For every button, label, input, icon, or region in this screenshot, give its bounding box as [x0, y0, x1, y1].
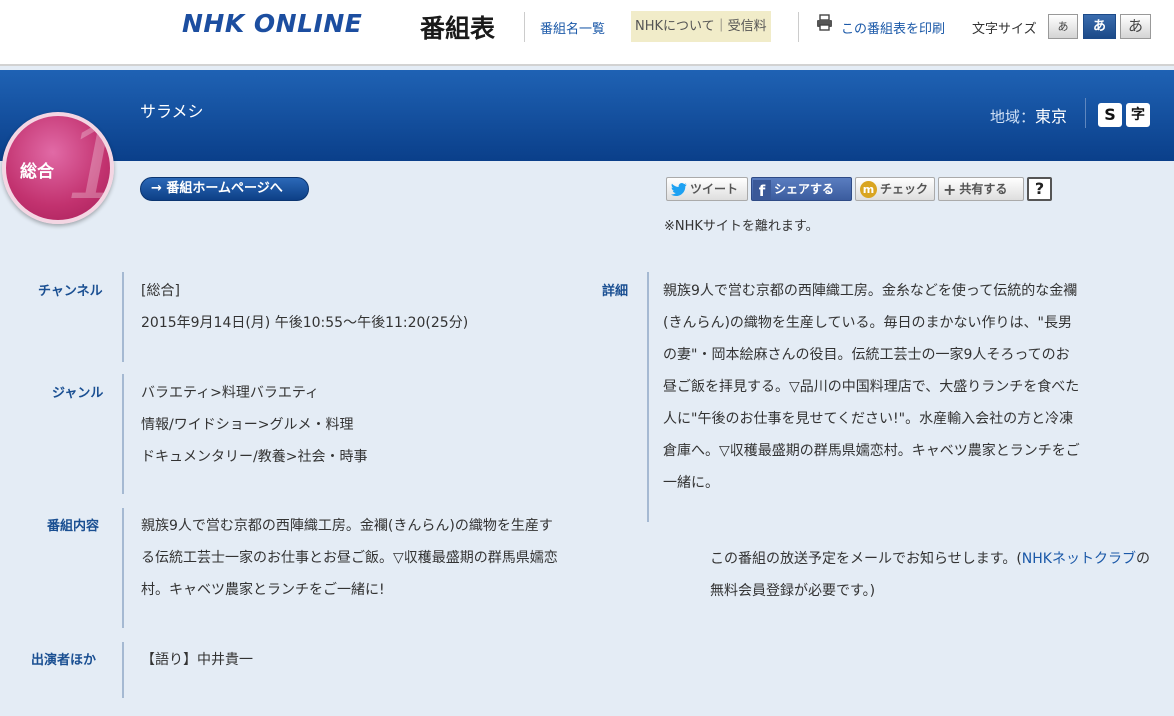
- subtitle-badge: 字: [1126, 103, 1150, 127]
- plus-icon: +: [943, 179, 957, 199]
- tweet-label: ツイート: [690, 182, 739, 196]
- program-list-link[interactable]: 番組名一覧: [540, 18, 605, 37]
- program-homepage-button[interactable]: → 番組ホームページへ: [140, 177, 309, 201]
- font-size-medium-button[interactable]: あ: [1083, 14, 1116, 39]
- genre-item: バラエティ>料理バラエティ: [141, 385, 320, 401]
- region-label: 地域：: [990, 108, 1036, 126]
- program-guide-logo[interactable]: 番組表: [420, 9, 495, 45]
- facebook-icon: f: [753, 179, 771, 200]
- font-size-label: 文字サイズ: [972, 22, 1037, 37]
- column-divider: [122, 374, 124, 494]
- region-selector[interactable]: 地域：東京: [990, 103, 1067, 127]
- stereo-badge: S: [1098, 103, 1122, 127]
- printer-icon[interactable]: [816, 14, 833, 31]
- detail-line: 人に"午後のお仕事を見せてください!"。水産輸入会社の方と冷凍: [663, 411, 1074, 427]
- about-nhk-link[interactable]: NHKについて｜受信料: [631, 11, 771, 42]
- cast-label: 出演者ほか: [31, 653, 97, 668]
- mail-notice-text: 無料会員登録が必要です。): [710, 583, 876, 599]
- detail-line: 昼ご飯を拝見する。▽品川の中国料理店で、大盛りランチを食べた: [663, 379, 1080, 395]
- mail-notice-line: この番組の放送予定をメールでお知らせします。(NHKネットクラブの: [710, 548, 1150, 568]
- font-size-large-button[interactable]: あ: [1120, 14, 1151, 39]
- nhk-net-club-link[interactable]: NHKネットクラブ: [1022, 551, 1136, 567]
- channel-label: チャンネル: [38, 284, 103, 299]
- channel-name: 総合: [20, 162, 54, 182]
- detail-label: 詳細: [602, 284, 629, 299]
- channel-badge: 1 総合: [2, 112, 114, 224]
- content-line: 親族9人で営む京都の西陣織工房。金襴(きんらん)の織物を生産す: [141, 518, 553, 534]
- cast-value: 【語り】中井貴一: [141, 652, 253, 668]
- channel-number: 1: [64, 116, 110, 214]
- print-schedule-link[interactable]: この番組表を印刷: [841, 18, 945, 37]
- detail-line: の妻"・岡本絵麻さんの役目。伝統工芸士の一家9人そろってのお: [663, 347, 1070, 363]
- site-header: NHK ONLINE 番組表 番組名一覧 NHKについて｜受信料 この番組表を印…: [0, 0, 1174, 66]
- header-divider: [798, 12, 799, 42]
- mixi-icon: m: [860, 181, 877, 198]
- region-value: 東京: [1035, 107, 1068, 126]
- share-label: シェアする: [774, 182, 835, 196]
- detail-line: (きんらん)の織物を生産している。毎日のまかない作りは、"長男: [663, 315, 1072, 331]
- program-title: サラメシ: [140, 102, 204, 121]
- nhk-online-logo[interactable]: NHK ONLINE: [182, 9, 362, 38]
- genre-item: 情報/ワイドショー>グルメ・料理: [141, 417, 354, 433]
- mixi-check-button[interactable]: m チェック: [855, 177, 935, 201]
- facebook-share-button[interactable]: f シェアする: [751, 177, 852, 201]
- mail-notice-text: の: [1135, 551, 1150, 567]
- share-help-button[interactable]: ?: [1027, 177, 1052, 201]
- share-more-button[interactable]: + 共有する: [938, 177, 1024, 201]
- twitter-bird-icon: [671, 183, 687, 196]
- share-more-label: 共有する: [959, 182, 1008, 196]
- column-divider: [122, 642, 124, 698]
- check-label: チェック: [880, 182, 929, 196]
- channel-value: [総合]: [141, 283, 180, 299]
- genre-item: ドキュメンタリー/教養>社会・時事: [141, 449, 368, 465]
- mail-notice-text: この番組の放送予定をメールでお知らせします。(: [710, 551, 1022, 567]
- header-divider: [524, 12, 525, 42]
- band-divider: [1085, 98, 1086, 128]
- column-divider: [122, 272, 124, 362]
- tweet-button[interactable]: ツイート: [666, 177, 748, 201]
- detail-line: 親族9人で営む京都の西陣織工房。金糸などを使って伝統的な金襴: [663, 283, 1078, 299]
- external-site-note: ※NHKサイトを離れます。: [664, 219, 819, 234]
- detail-line: 一緒に。: [663, 475, 719, 491]
- column-divider: [122, 508, 124, 628]
- content-line: 村。キャベツ農家とランチをご一緒に!: [141, 582, 385, 598]
- detail-line: 倉庫へ。▽収穫最盛期の群馬県嬬恋村。キャベツ農家とランチをご: [663, 443, 1080, 459]
- content-label: 番組内容: [47, 519, 100, 534]
- column-divider: [647, 272, 649, 522]
- genre-label: ジャンル: [52, 386, 104, 401]
- broadcast-datetime: 2015年9月14日(月) 午後10:55～午後11:20(25分): [141, 315, 469, 331]
- content-line: る伝統工芸士一家のお仕事とお昼ご飯。▽収穫最盛期の群馬県嬬恋: [141, 550, 558, 566]
- font-size-small-button[interactable]: あ: [1048, 14, 1078, 39]
